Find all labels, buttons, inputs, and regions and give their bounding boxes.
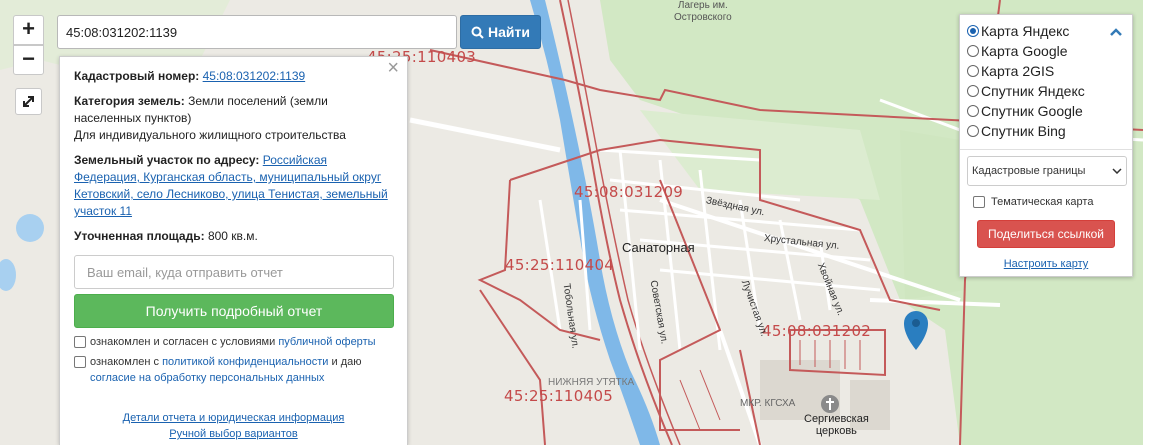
cadastral-label: 45:25:110404 [505,256,615,274]
camp-label: Лагерь им. Островского [674,0,732,23]
thematic-row: Тематическая карта [973,196,1125,208]
basemap-option-label: Спутник Google [981,103,1083,119]
offer-link[interactable]: публичной оферты [278,336,375,348]
place-church: Сергиевская церковь [804,413,869,437]
basemap-option-label: Карта 2GIS [981,63,1055,79]
radio-button[interactable] [967,85,979,97]
privacy-checkbox[interactable] [74,356,86,368]
cadastral-label: 45:25:110405 [504,387,614,405]
zoom-out-button[interactable]: − [13,45,44,75]
basemap-option-label: Спутник Яндекс [981,83,1085,99]
offer-checkbox[interactable] [74,336,86,348]
cadastral-number-link[interactable]: 45:08:031202:1139 [203,69,306,83]
address-row: Земельный участок по адресу: Российская … [74,153,388,218]
basemap-option-label: Карта Яндекс [981,23,1070,39]
radio-button[interactable] [967,65,979,77]
radio-button[interactable] [967,125,979,137]
place-sanatornaya: Санаторная [622,240,695,255]
search-button[interactable]: Найти [460,15,541,49]
place-mkr: МКР. КГСХА [740,398,796,409]
offer-consent-row: ознакомлен и согласен с условиями публич… [74,334,393,350]
bottom-links: Детали отчета и юридическая информация Р… [74,410,393,442]
basemap-option-label: Карта Google [981,43,1068,59]
search-button-label: Найти [488,24,530,40]
layer-select[interactable]: Кадастровые границы [967,156,1127,186]
basemap-option[interactable]: Спутник Google [967,101,1125,121]
close-icon[interactable]: × [387,58,399,78]
parcel-info-panel: × Кадастровый номер: 45:08:031202:1139 К… [59,56,408,445]
report-details-link[interactable]: Детали отчета и юридическая информация [74,410,393,426]
expand-icon [23,96,34,107]
cadastral-label: 45:08:031209 [574,183,684,201]
thematic-checkbox[interactable] [973,196,985,208]
map-layers-panel: Карта Яндекс Карта Google Карта 2GIS Спутни… [959,14,1133,277]
basemap-option[interactable]: Карта 2GIS [967,61,1125,81]
fullscreen-button[interactable] [15,88,42,115]
usage-text: Для индивидуального жилищного строительс… [74,128,346,142]
zoom-in-button[interactable]: + [13,15,44,45]
basemap-option[interactable]: Карта Яндекс [967,21,1125,41]
email-field[interactable] [74,255,394,289]
search-icon [471,26,484,39]
configure-map-link[interactable]: Настроить карту [967,258,1125,270]
basemap-radio-group: Карта Яндекс Карта Google Карта 2GIS Спутни… [967,21,1125,141]
radio-button[interactable] [967,25,979,37]
search-input[interactable] [57,15,457,49]
basemap-option[interactable]: Спутник Яндекс [967,81,1125,101]
category-row: Категория земель: Земли поселений (земли… [74,94,346,142]
cadastral-row: Кадастровый номер: 45:08:031202:1139 [74,69,306,83]
data-consent-link[interactable]: согласие на обработку персональных данны… [90,372,324,384]
basemap-option[interactable]: Карта Google [967,41,1125,61]
radio-button[interactable] [967,105,979,117]
chevron-down-icon [1112,168,1122,174]
radio-button[interactable] [967,45,979,57]
area-row: Уточненная площадь: 800 кв.м. [74,229,258,243]
share-link-button[interactable]: Поделиться ссылкой [977,220,1115,248]
get-report-button[interactable]: Получить подробный отчет [74,294,394,328]
cadastral-label: 45:08:031202 [762,322,872,340]
privacy-link[interactable]: политикой конфиденциальности [162,356,328,368]
basemap-option-label: Спутник Bing [981,123,1066,139]
lake [16,214,44,242]
chevron-up-icon[interactable] [1110,23,1122,39]
privacy-consent-row: ознакомлен с политикой конфиденциальност… [74,354,393,386]
place-nizhnyaya: НИЖНЯЯ УТЯТКА [548,377,635,388]
basemap-option[interactable]: Спутник Bing [967,121,1125,141]
manual-selection-link[interactable]: Ручной выбор вариантов [74,426,393,442]
